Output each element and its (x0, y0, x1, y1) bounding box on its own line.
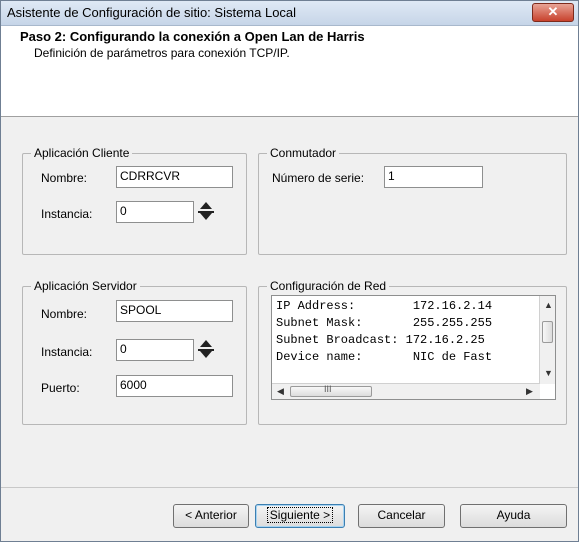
serial-number-input[interactable]: 1 (384, 166, 483, 188)
scroll-down-icon[interactable]: ▼ (544, 368, 553, 378)
port-input[interactable]: 6000 (116, 375, 233, 397)
spin-up-icon[interactable] (200, 340, 212, 347)
client-name-label: Nombre: (41, 171, 88, 185)
back-button[interactable]: < Anterior (173, 504, 249, 528)
server-name-label: Nombre: (41, 307, 88, 321)
network-row: Subnet Mask: 255.255.255 (276, 316, 493, 330)
server-name-input[interactable]: SPOOL (116, 300, 233, 322)
network-row: Subnet Broadcast: 172.16.2.25 (276, 333, 485, 347)
vertical-scroll-thumb[interactable] (542, 321, 553, 343)
serial-number-label: Número de serie: (272, 171, 365, 185)
step-title: Paso 2: Configurando la conexión a Open … (20, 29, 365, 44)
client-app-legend: Aplicación Cliente (31, 146, 133, 160)
network-config-legend: Configuración de Red (267, 279, 390, 293)
switch-legend: Conmutador (267, 146, 340, 160)
next-button[interactable]: Siguiente > (255, 504, 345, 528)
vertical-scrollbar[interactable]: ▲ ▼ (539, 296, 555, 384)
spin-down-icon[interactable] (200, 213, 212, 220)
next-button-label: Siguiente > (266, 507, 334, 523)
window-title: Asistente de Configuración de sitio: Sis… (7, 5, 297, 20)
server-app-legend: Aplicación Servidor (31, 279, 140, 293)
horizontal-scrollbar[interactable]: ◀ III ▶ (272, 383, 540, 399)
scroll-grip: III (324, 384, 332, 394)
spin-down-icon[interactable] (200, 351, 212, 358)
network-info-listbox[interactable]: IP Address: 172.16.2.14 Subnet Mask: 255… (271, 295, 556, 400)
help-button[interactable]: Ayuda (460, 504, 567, 528)
scroll-right-icon[interactable]: ▶ (526, 386, 533, 397)
spin-up-icon[interactable] (200, 202, 212, 209)
server-instance-input[interactable]: 0 (116, 339, 194, 361)
client-instance-label: Instancia: (41, 207, 93, 221)
scroll-up-icon[interactable]: ▲ (544, 300, 553, 310)
network-row: IP Address: 172.16.2.14 (276, 299, 493, 313)
step-subtitle: Definición de parámetros para conexión T… (34, 46, 290, 60)
footer-separator (1, 487, 578, 488)
network-row: Device name: NIC de Fast (276, 350, 493, 364)
title-bar[interactable]: Asistente de Configuración de sitio: Sis… (1, 1, 578, 26)
cancel-button[interactable]: Cancelar (358, 504, 445, 528)
close-button[interactable]: ✕ (532, 3, 574, 22)
wizard-window: Asistente de Configuración de sitio: Sis… (0, 0, 579, 542)
client-name-input[interactable]: CDRRCVR (116, 166, 233, 188)
scroll-left-icon[interactable]: ◀ (277, 386, 284, 397)
client-instance-input[interactable]: 0 (116, 201, 194, 223)
server-instance-spinner[interactable] (198, 338, 214, 362)
client-instance-spinner[interactable] (198, 200, 214, 224)
server-instance-label: Instancia: (41, 345, 93, 359)
close-icon: ✕ (547, 4, 559, 19)
horizontal-scroll-thumb[interactable]: III (290, 384, 372, 397)
port-label: Puerto: (41, 381, 80, 395)
